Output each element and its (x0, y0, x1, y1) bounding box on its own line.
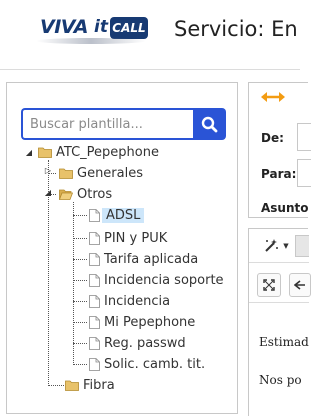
arrow-left-icon (294, 280, 305, 290)
subject-label: Asunto (261, 201, 309, 215)
tree-leaf-label: Reg. passwd (104, 335, 186, 351)
tree-line (48, 385, 64, 386)
template-panel: ◢ ATC_Pepephone ▷ Generales ◢ Otros (6, 82, 238, 414)
tree-node-label: ATC_Pepephone (56, 144, 159, 160)
folder-icon (65, 380, 79, 391)
tree-node-label: Fibra (83, 377, 115, 393)
magic-format-button[interactable]: ▼ (257, 235, 295, 257)
tree-leaf-reg-passwd[interactable]: Reg. passwd (89, 333, 186, 353)
tree-node-otros[interactable]: ◢ Otros (43, 184, 112, 204)
tree-line (73, 322, 87, 323)
document-icon (89, 315, 100, 329)
template-tree: ◢ ATC_Pepephone ▷ Generales ◢ Otros ADSL… (7, 83, 237, 413)
editor-body-line: Estimad (259, 335, 309, 349)
message-header-panel: De: Para: Asunto (248, 82, 311, 218)
document-icon (89, 294, 100, 308)
folder-icon (59, 168, 73, 179)
fullscreen-icon (263, 279, 275, 291)
to-field[interactable] (297, 159, 311, 187)
tree-line (73, 364, 87, 365)
from-label: De: (261, 131, 284, 145)
logo-brand-suffix: it (94, 17, 108, 37)
tree-node-fibra[interactable]: Fibra (65, 375, 115, 395)
tree-line (73, 238, 87, 239)
magic-wand-icon (265, 239, 279, 252)
editor-toolbar: ▼ (249, 229, 309, 263)
collapse-toggle-icon[interactable]: ◢ (43, 188, 53, 197)
tree-leaf-pin-y-puk[interactable]: PIN y PUK (89, 228, 167, 248)
tree-line (73, 301, 87, 302)
tree-leaf-mi-pepephone[interactable]: Mi Pepephone (89, 312, 195, 332)
chevron-down-icon: ▼ (283, 242, 289, 250)
document-icon (89, 231, 100, 245)
from-field[interactable] (297, 123, 311, 151)
tree-leaf-label: Incidencia soporte (104, 272, 224, 288)
tree-node-generales[interactable]: ▷ Generales (43, 163, 143, 183)
app-header: VIVA it CALL Servicio: En (0, 0, 300, 70)
toolbar-dropdown-edge[interactable] (295, 235, 309, 257)
fullscreen-button[interactable] (257, 273, 281, 297)
tree-leaf-incidencia[interactable]: Incidencia (89, 291, 170, 311)
tree-line (73, 202, 74, 365)
document-icon (89, 208, 100, 222)
document-icon (89, 357, 100, 371)
tree-leaf-label: Mi Pepephone (104, 314, 196, 330)
tree-leaf-adsl[interactable]: ADSL (89, 205, 145, 225)
tree-leaf-solic-camb-tit[interactable]: Solic. camb. tit. (89, 354, 205, 374)
editor-toolbar-secondary (249, 269, 311, 303)
tree-leaf-label: PIN y PUK (104, 230, 168, 246)
expand-toggle-icon[interactable]: ▷ (43, 166, 53, 175)
swap-arrows-icon[interactable] (261, 91, 285, 103)
document-icon (89, 273, 100, 287)
document-icon (89, 252, 100, 266)
page-title: Servicio: En (174, 17, 298, 41)
tree-node-label: Generales (77, 165, 144, 181)
message-editor-panel: ▼ Estimad Nos po (248, 228, 311, 416)
folder-icon (38, 147, 52, 158)
vivait-call-logo: VIVA it CALL (34, 8, 148, 46)
undo-button[interactable] (289, 273, 311, 297)
tree-leaf-label: Tarifa aplicada (104, 251, 199, 267)
logo-brand: VIVA (40, 16, 88, 38)
to-label: Para: (261, 167, 297, 181)
tree-line (73, 259, 87, 260)
collapse-toggle-icon[interactable]: ◢ (24, 148, 34, 157)
tree-leaf-label: Solic. camb. tit. (104, 356, 206, 372)
tree-node-label: Otros (77, 186, 113, 202)
tree-leaf-tarifa-aplicada[interactable]: Tarifa aplicada (89, 249, 198, 269)
tree-line (73, 215, 87, 216)
tree-leaf-label: Incidencia (104, 293, 171, 309)
tree-line (73, 280, 87, 281)
logo-badge: CALL (110, 17, 148, 39)
tree-node-root[interactable]: ◢ ATC_Pepephone (24, 142, 159, 162)
logo-swoosh (36, 38, 146, 44)
tree-leaf-label: ADSL (102, 207, 145, 223)
folder-open-icon (59, 189, 73, 200)
tree-line (73, 343, 87, 344)
editor-body-line: Nos po (259, 373, 302, 387)
tree-leaf-incidencia-soporte[interactable]: Incidencia soporte (89, 270, 224, 290)
document-icon (89, 336, 100, 350)
